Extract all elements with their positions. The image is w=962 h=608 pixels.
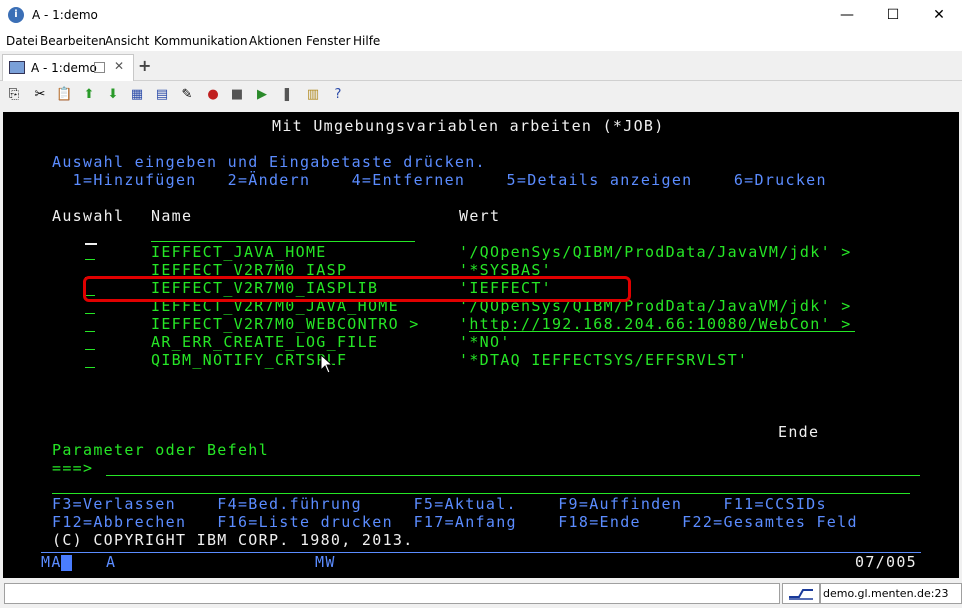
copyright-text: (C) COPYRIGHT IBM CORP. 1980, 2013. xyxy=(52,531,414,549)
tab-float-button[interactable] xyxy=(94,62,105,73)
play-icon[interactable]: ▶ xyxy=(254,87,270,103)
options-text: 1=Hinzufügen 2=Ändern 4=Entfernen 5=Deta… xyxy=(52,171,827,189)
connection-status xyxy=(782,583,820,604)
row-option-input[interactable] xyxy=(85,349,95,350)
selection-cursor xyxy=(85,243,97,245)
env-var-value: '*NO' xyxy=(459,333,511,351)
oia-status-a: A xyxy=(106,553,117,571)
mouse-pointer-icon xyxy=(320,354,334,374)
column-header-name: Name xyxy=(151,207,193,225)
record-icon[interactable]: ● xyxy=(205,87,221,103)
connection-icon xyxy=(789,589,813,600)
help-icon[interactable]: ? xyxy=(330,87,346,103)
tab-label: A - 1:demo xyxy=(31,61,97,75)
row-option-input[interactable] xyxy=(85,259,95,260)
macro-icon[interactable]: ✎ xyxy=(179,87,195,103)
oia-status-mw: MW xyxy=(315,553,336,571)
menu-datei[interactable]: Datei xyxy=(6,34,38,48)
minimize-button[interactable]: — xyxy=(824,0,870,31)
window-title: A - 1:demo xyxy=(32,8,98,22)
command-prompt: ===> xyxy=(52,459,94,477)
column-header-wert: Wert xyxy=(459,207,501,225)
toolbar: ⎘ ✂ 📋 ⬆ ⬇ ▦ ▤ ✎ ● ■ ▶ ❚ ▥ ? xyxy=(0,81,962,111)
copy-icon[interactable]: ⎘ xyxy=(6,87,22,103)
tab-close-button[interactable]: ✕ xyxy=(114,59,124,73)
env-var-name: QIBM_NOTIFY_CRTSPLF xyxy=(151,351,348,369)
title-bar: i A - 1:demo — ☐ ✕ xyxy=(0,0,962,31)
env-var-name: IEFFECT_V2R7M0_WEBCONTRO > xyxy=(151,315,420,333)
screen-title: Mit Umgebungsvariablen arbeiten (*JOB) xyxy=(272,117,665,135)
host-address: demo.gl.menten.de:23 xyxy=(820,583,962,604)
session-tab[interactable]: A - 1:demo ✕ xyxy=(2,54,134,81)
row-option-input[interactable] xyxy=(85,313,95,314)
grid-icon[interactable]: ▤ xyxy=(154,87,170,103)
keyboard-icon[interactable]: ▦ xyxy=(129,87,145,103)
oia-status-ma: MA xyxy=(41,553,62,571)
status-message-field xyxy=(4,583,780,604)
tab-bar: A - 1:demo ✕ + xyxy=(0,51,962,81)
highlight-box xyxy=(83,276,631,302)
name-filter-field[interactable] xyxy=(151,241,415,242)
instructions-text: Auswahl eingeben und Eingabetaste drücke… xyxy=(52,153,486,171)
column-header-auswahl: Auswahl xyxy=(52,207,125,225)
stop-icon[interactable]: ■ xyxy=(229,87,245,103)
menu-bar: Datei Bearbeiten Ansicht Kommunikation A… xyxy=(0,31,962,51)
notes-icon[interactable]: ▥ xyxy=(305,87,321,103)
menu-aktionen[interactable]: Aktionen xyxy=(249,34,302,48)
text-cursor xyxy=(61,555,72,571)
app-icon: i xyxy=(8,7,24,23)
menu-fenster[interactable]: Fenster xyxy=(306,34,351,48)
list-end-indicator: Ende xyxy=(778,423,820,441)
env-var-value: '/QOpenSys/QIBM/ProdData/JavaVM/jdk' > xyxy=(459,243,852,261)
menu-hilfe[interactable]: Hilfe xyxy=(353,34,380,48)
row-option-input[interactable] xyxy=(85,367,95,368)
parameter-label: Parameter oder Befehl xyxy=(52,441,269,459)
status-bar: demo.gl.menten.de:23 xyxy=(0,580,962,608)
env-var-value: '*DTAQ IEFFECTSYS/EFFSRVLST' xyxy=(459,351,749,369)
cut-icon[interactable]: ✂ xyxy=(32,87,48,103)
pause-icon[interactable]: ❚ xyxy=(279,87,295,103)
maximize-button[interactable]: ☐ xyxy=(870,0,916,31)
row-option-input[interactable] xyxy=(85,331,95,332)
function-keys-line2: F12=Abbrechen F16=Liste drucken F17=Anfa… xyxy=(52,513,858,531)
menu-bearbeiten[interactable]: Bearbeiten xyxy=(40,34,106,48)
function-keys-line1: F3=Verlassen F4=Bed.führung F5=Aktual. F… xyxy=(52,495,827,513)
command-line-input[interactable] xyxy=(106,475,920,476)
env-var-name: AR_ERR_CREATE_LOG_FILE xyxy=(151,333,379,351)
upload-icon[interactable]: ⬆ xyxy=(81,87,97,103)
fkey-separator xyxy=(52,493,910,494)
oia-separator xyxy=(41,552,921,553)
env-var-name: IEFFECT_JAVA_HOME xyxy=(151,243,327,261)
new-tab-button[interactable]: + xyxy=(138,56,151,75)
menu-ansicht[interactable]: Ansicht xyxy=(105,34,149,48)
download-icon[interactable]: ⬇ xyxy=(105,87,121,103)
terminal-screen[interactable]: Mit Umgebungsvariablen arbeiten (*JOB) A… xyxy=(3,112,959,578)
monitor-icon xyxy=(9,61,25,74)
paste-icon[interactable]: 📋 xyxy=(56,87,72,103)
menu-kommunikation[interactable]: Kommunikation xyxy=(154,34,248,48)
close-button[interactable]: ✕ xyxy=(916,0,962,31)
url-underline xyxy=(469,331,855,332)
cursor-position: 07/005 xyxy=(855,553,917,571)
